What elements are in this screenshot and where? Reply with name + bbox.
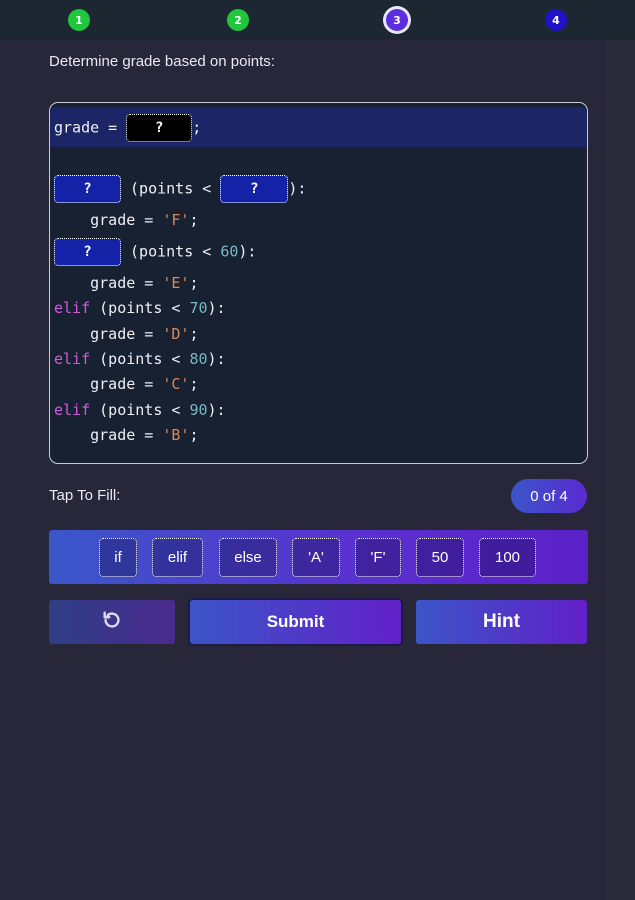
code-keyword: elif [54, 401, 91, 419]
code-string: 'B' [162, 426, 190, 444]
code-text: (points < [121, 242, 221, 261]
code-text: ): [238, 242, 257, 261]
blank-slot-3[interactable]: ? [220, 175, 289, 203]
question-prompt: Determine grade based on points: [49, 53, 275, 70]
blank-slot-4[interactable]: ? [54, 238, 121, 266]
code-text: (points < [90, 350, 190, 368]
code-string: 'F' [162, 211, 190, 229]
code-text: ): [207, 350, 226, 368]
progress-steps-bar: 1 2 3 4 [0, 0, 635, 40]
code-text: grade = [54, 375, 163, 393]
code-line-2: ? (points < ?): [54, 175, 307, 203]
code-line-5: grade = 'E'; [54, 270, 199, 296]
chip-100[interactable]: 100 [479, 538, 536, 577]
code-editor: grade = ?; ? (points < ?): grade = 'F'; … [49, 102, 588, 464]
code-line-4: ? (points < 60): [54, 238, 257, 266]
code-text: ; [189, 211, 199, 229]
tap-to-fill-label: Tap To Fill: [49, 487, 121, 504]
code-text: ; [189, 325, 199, 343]
code-text: grade = [54, 274, 163, 292]
code-string: 'E' [162, 274, 190, 292]
code-string: 'C' [162, 375, 190, 393]
code-text: ; [192, 118, 202, 137]
code-number: 70 [189, 299, 208, 317]
code-line-8: elif (points < 80): [54, 346, 226, 372]
code-line-11: grade = 'B'; [54, 422, 199, 448]
code-keyword: elif [54, 350, 91, 368]
code-text: ; [189, 426, 199, 444]
code-line-3: grade = 'F'; [54, 207, 199, 233]
chip-elif[interactable]: elif [152, 538, 203, 577]
filled-counter-badge: 0 of 4 [511, 479, 587, 513]
code-text: ): [288, 179, 307, 198]
blank-slot-2[interactable]: ? [54, 175, 121, 203]
code-number: 60 [220, 242, 239, 261]
right-edge-panel [603, 40, 635, 900]
chip-if[interactable]: if [99, 538, 137, 577]
code-text: grade = [54, 118, 127, 137]
code-line-6: elif (points < 70): [54, 295, 226, 321]
undo-icon [101, 609, 123, 636]
code-number: 80 [189, 350, 208, 368]
code-text: (points < [90, 401, 190, 419]
step-4-indicator: 4 [545, 9, 567, 31]
code-line-7: grade = 'D'; [54, 321, 199, 347]
code-text: ): [207, 299, 226, 317]
blank-slot-1[interactable]: ? [126, 114, 193, 142]
chip-50[interactable]: 50 [416, 538, 464, 577]
code-text: ; [189, 375, 199, 393]
code-string: 'D' [162, 325, 190, 343]
undo-button[interactable] [49, 600, 175, 644]
chip-f-string[interactable]: 'F' [355, 538, 401, 577]
submit-button[interactable]: Submit [190, 600, 401, 644]
code-line-9: grade = 'C'; [54, 371, 199, 397]
hint-button[interactable]: Hint [416, 600, 587, 644]
code-text: grade = [54, 426, 163, 444]
step-2-indicator: 2 [227, 9, 249, 31]
code-text: ): [207, 401, 226, 419]
code-number: 90 [189, 401, 208, 419]
answer-chip-tray: if elif else 'A' 'F' 50 100 [49, 530, 588, 584]
code-line-10: elif (points < 90): [54, 397, 226, 423]
chip-a-string[interactable]: 'A' [292, 538, 340, 577]
code-text: grade = [54, 211, 163, 229]
code-line-1: grade = ?; [54, 114, 202, 142]
step-1-indicator: 1 [68, 9, 90, 31]
code-text: ; [189, 274, 199, 292]
code-keyword: elif [54, 299, 91, 317]
chip-else[interactable]: else [219, 538, 277, 577]
code-text: grade = [54, 325, 163, 343]
step-3-indicator: 3 [386, 9, 408, 31]
code-text: (points < [90, 299, 190, 317]
code-text: (points < [121, 179, 221, 198]
